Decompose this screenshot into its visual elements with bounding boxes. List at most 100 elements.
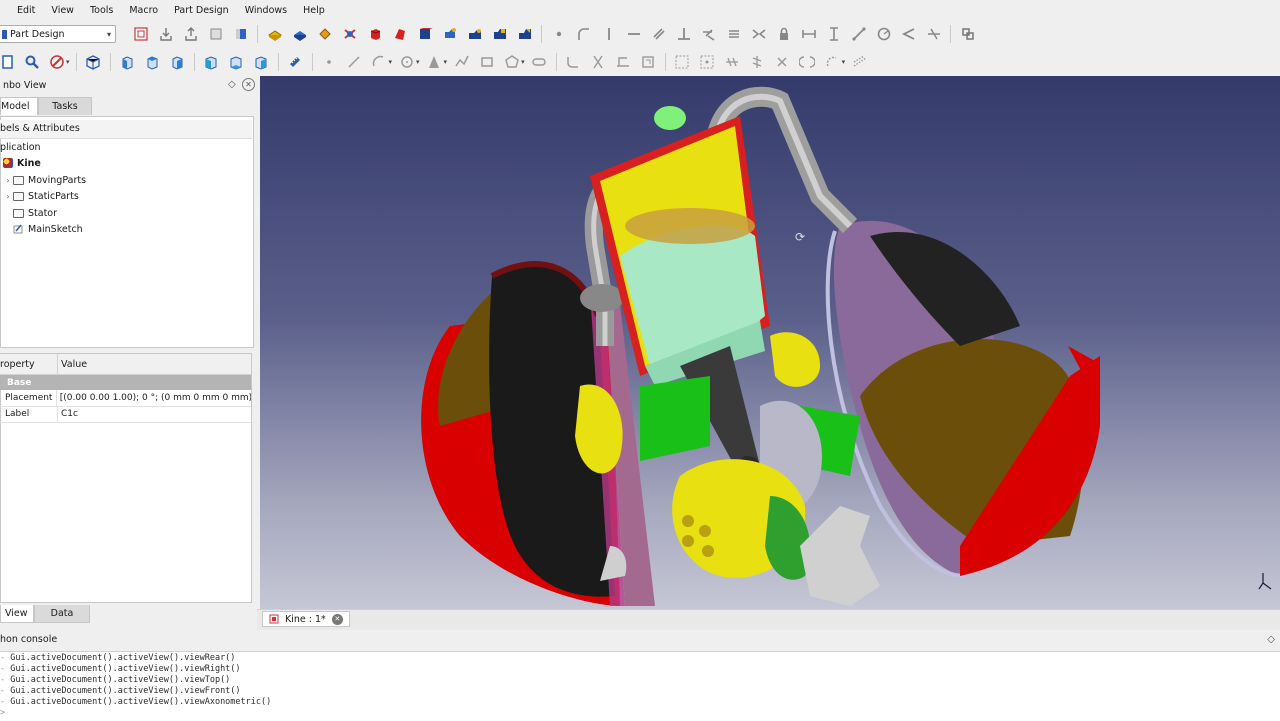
chevron-down-icon[interactable]: ▾ — [389, 58, 393, 66]
groove-icon[interactable] — [340, 24, 360, 44]
tree-item-mainsketch[interactable]: MainSketch — [13, 221, 83, 237]
float-panel-icon[interactable]: ◇ — [228, 79, 236, 90]
tree-application-row[interactable]: plication — [0, 139, 41, 155]
left-view-icon[interactable] — [251, 52, 271, 72]
symmetric-icon[interactable] — [749, 24, 769, 44]
select-constraints-icon[interactable] — [672, 52, 692, 72]
bottom-view-icon[interactable] — [226, 52, 246, 72]
menu-view[interactable]: View — [43, 5, 82, 16]
select-vertical-axis-icon[interactable] — [747, 52, 767, 72]
draw-style-icon[interactable] — [47, 52, 67, 72]
3d-viewport[interactable]: ⟳ — [260, 76, 1280, 609]
clone-sketch-icon[interactable] — [797, 52, 817, 72]
additive-pipe-icon[interactable] — [440, 24, 460, 44]
property-value[interactable]: C1c — [58, 409, 78, 419]
sketch-circle-icon[interactable] — [397, 52, 417, 72]
pocket-icon[interactable] — [290, 24, 310, 44]
additive-box-icon[interactable] — [365, 24, 385, 44]
equal-icon[interactable] — [724, 24, 744, 44]
chevron-right-icon[interactable]: › — [3, 192, 13, 201]
chevron-down-icon[interactable]: ▾ — [842, 58, 846, 66]
parallel-icon[interactable] — [649, 24, 669, 44]
pad-icon[interactable] — [265, 24, 285, 44]
radius-icon[interactable] — [874, 24, 894, 44]
sketch-arc-icon[interactable] — [369, 52, 389, 72]
horizontal-distance-icon[interactable] — [799, 24, 819, 44]
export-icon[interactable] — [181, 24, 201, 44]
sketch-polygon-icon[interactable] — [502, 52, 522, 72]
property-row-label[interactable]: Label C1c — [0, 406, 251, 423]
additive-helix-icon[interactable] — [515, 24, 535, 44]
close-panel-icon[interactable]: ✕ — [242, 78, 255, 91]
right-view-icon[interactable] — [167, 52, 187, 72]
tab-model[interactable]: Model — [0, 97, 38, 115]
sketch-line-icon[interactable] — [344, 52, 364, 72]
print-preview-icon[interactable] — [206, 24, 226, 44]
grid-icon[interactable] — [850, 52, 870, 72]
sketch-extend-icon[interactable] — [613, 52, 633, 72]
subtractive-box-icon[interactable] — [415, 24, 435, 44]
additive-wedge-icon[interactable] — [390, 24, 410, 44]
sketch-slot-icon[interactable] — [529, 52, 549, 72]
python-console[interactable]: - Gui.activeDocument().activeView().view… — [0, 651, 1280, 721]
top-view-icon[interactable] — [142, 52, 162, 72]
vertical-line-icon[interactable] — [599, 24, 619, 44]
workbench-selector[interactable]: Part Design ▾ — [0, 25, 116, 43]
menu-macro[interactable]: Macro — [121, 5, 166, 16]
tab-view[interactable]: View — [0, 605, 34, 623]
console-prompt[interactable]: > — [0, 708, 5, 718]
snell-icon[interactable] — [924, 24, 944, 44]
perpendicular-icon[interactable] — [674, 24, 694, 44]
chevron-down-icon[interactable]: ▾ — [444, 58, 448, 66]
zoom-icon[interactable] — [22, 52, 42, 72]
lock-icon[interactable] — [774, 24, 794, 44]
tree-item-staticparts[interactable]: › StaticParts — [3, 188, 78, 204]
sketch-polyline-icon[interactable] — [452, 52, 472, 72]
select-origin-icon[interactable] — [697, 52, 717, 72]
sketch-fillet-icon[interactable] — [563, 52, 583, 72]
chevron-down-icon[interactable]: ▾ — [66, 58, 70, 66]
angle-icon[interactable] — [899, 24, 919, 44]
additive-loft-icon[interactable] — [490, 24, 510, 44]
front-view-icon[interactable] — [117, 52, 137, 72]
sketch-external-icon[interactable] — [638, 52, 658, 72]
chevron-down-icon[interactable]: ▾ — [416, 58, 420, 66]
fit-all-icon[interactable] — [0, 52, 17, 72]
menu-help[interactable]: Help — [295, 5, 333, 16]
arc-icon[interactable] — [574, 24, 594, 44]
vertical-distance-icon[interactable] — [824, 24, 844, 44]
property-row-placement[interactable]: Placement [(0.00 0.00 1.00); 0 °; (0 mm … — [0, 390, 251, 407]
horizontal-line-icon[interactable] — [624, 24, 644, 44]
menu-tools[interactable]: Tools — [82, 5, 121, 16]
isometric-icon[interactable] — [83, 52, 103, 72]
tree-item-stator[interactable]: Stator — [13, 205, 57, 221]
close-tab-icon[interactable]: ✕ — [331, 613, 343, 625]
chevron-right-icon[interactable]: › — [3, 176, 13, 185]
sketch-rectangle-icon[interactable] — [477, 52, 497, 72]
revolution-icon[interactable] — [315, 24, 335, 44]
tangent-icon[interactable] — [699, 24, 719, 44]
float-panel-icon[interactable]: ◇ — [1267, 634, 1275, 645]
tab-tasks[interactable]: Tasks — [38, 97, 92, 115]
rear-view-icon[interactable] — [201, 52, 221, 72]
view-cube-icon[interactable] — [231, 24, 251, 44]
tab-data[interactable]: Data — [34, 605, 90, 623]
menu-edit[interactable]: Edit — [0, 5, 43, 16]
chevron-down-icon[interactable]: ▾ — [521, 58, 525, 66]
new-body-icon[interactable] — [131, 24, 151, 44]
property-value[interactable]: [(0.00 0.00 1.00); 0 °; (0 mm 0 mm 0 mm)… — [57, 393, 251, 403]
sketch-trim-icon[interactable] — [588, 52, 608, 72]
distance-icon[interactable] — [849, 24, 869, 44]
menu-part-design[interactable]: Part Design — [166, 5, 237, 16]
menu-windows[interactable]: Windows — [237, 5, 295, 16]
tree-item-movingparts[interactable]: › MovingParts — [3, 172, 86, 188]
toggle-driving-icon[interactable] — [958, 24, 978, 44]
array-sketch-icon[interactable] — [822, 52, 842, 72]
select-horizontal-axis-icon[interactable] — [722, 52, 742, 72]
tree-item-kine[interactable]: Kine — [3, 155, 41, 171]
sketch-conic-icon[interactable] — [424, 52, 444, 72]
sketch-point-icon[interactable] — [319, 52, 339, 72]
import-icon[interactable] — [156, 24, 176, 44]
delete-constraints-icon[interactable] — [772, 52, 792, 72]
measure-icon[interactable] — [285, 52, 305, 72]
